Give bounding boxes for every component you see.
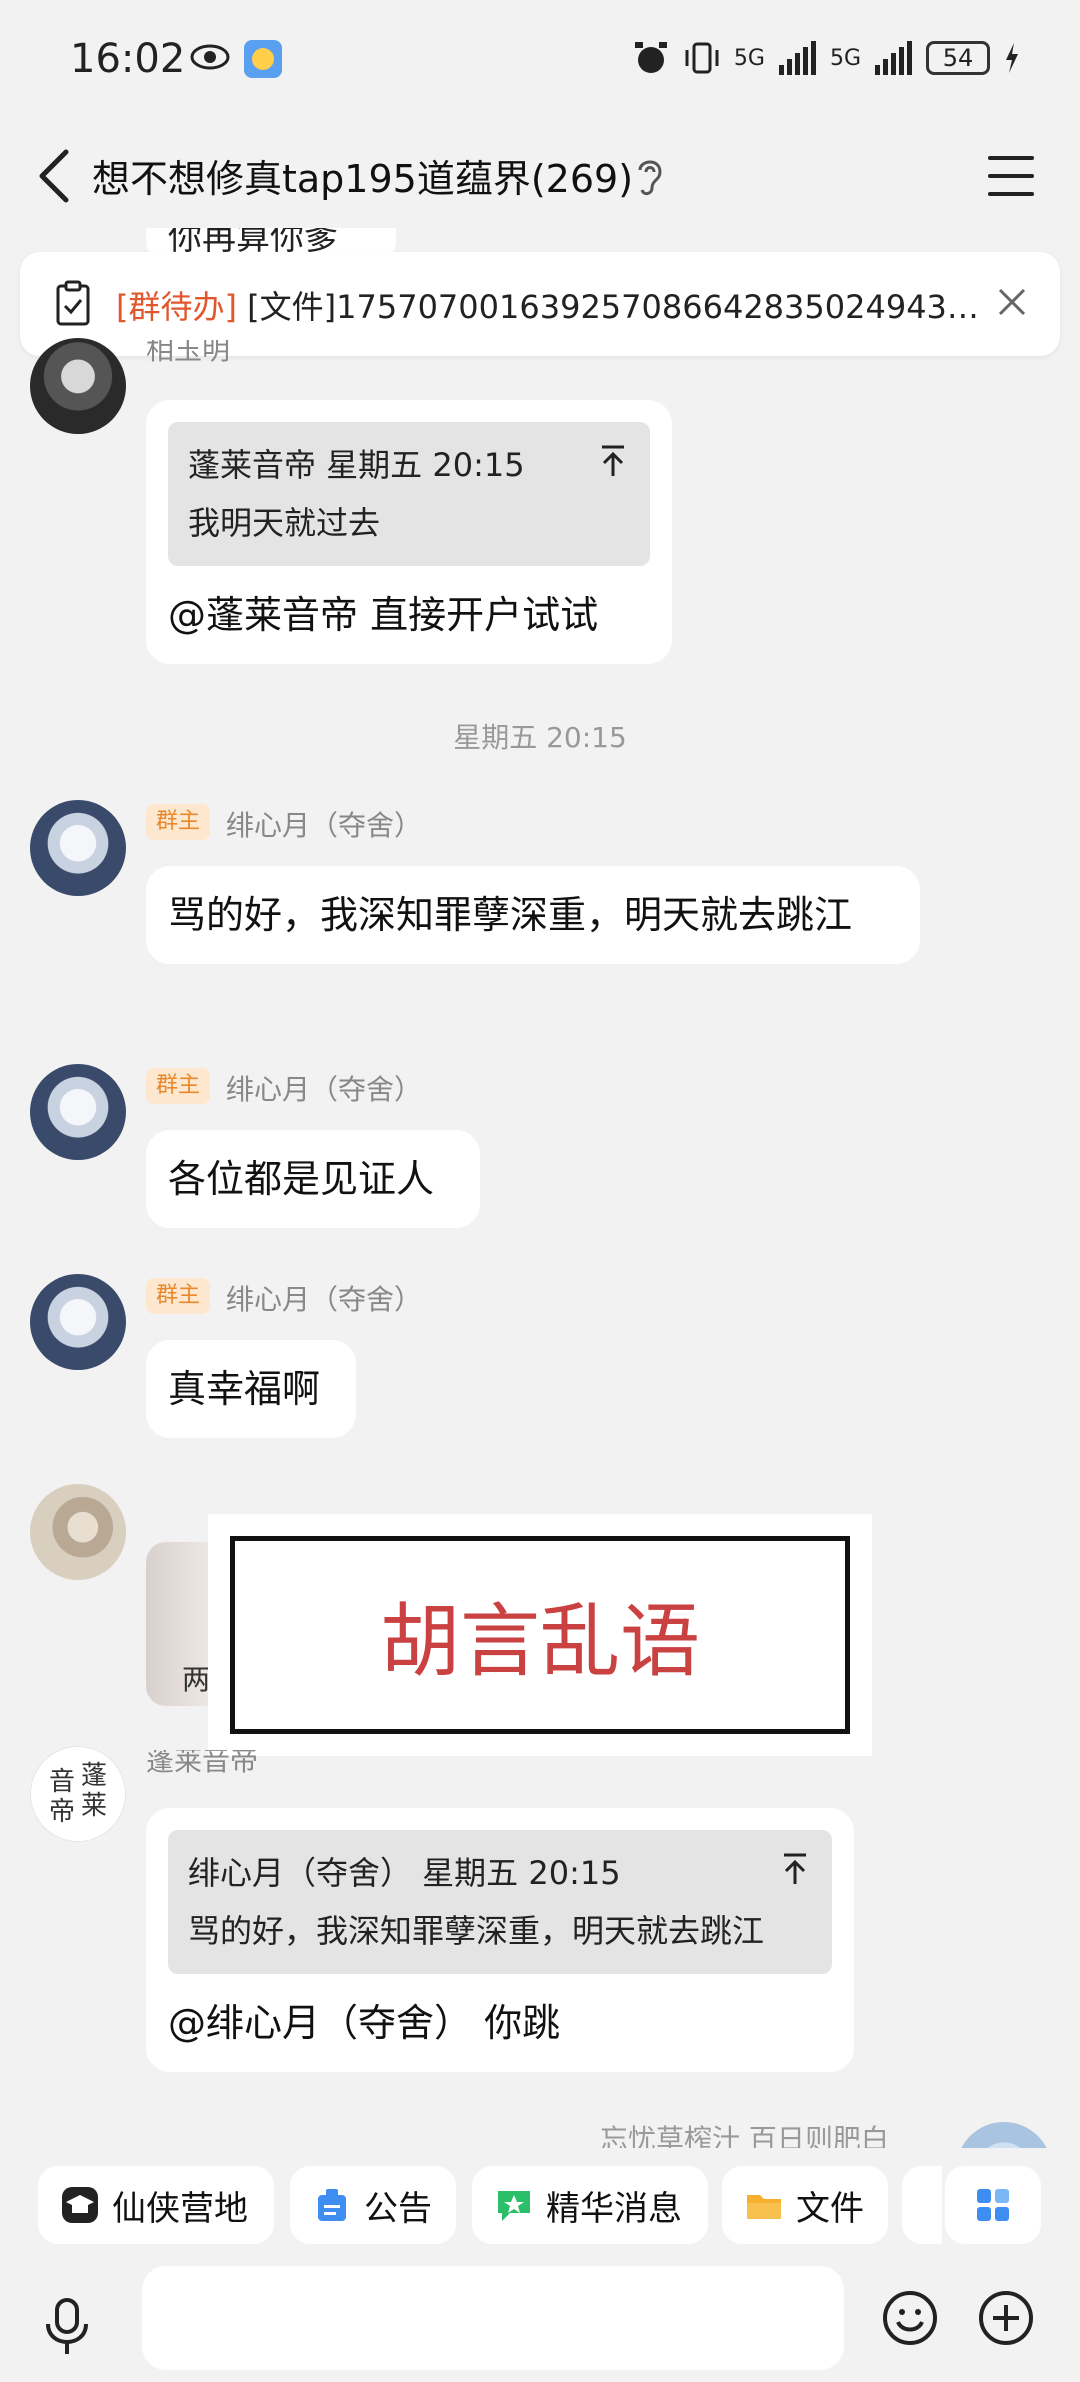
- signal-icon: [875, 41, 912, 75]
- sender-name: 相玉明: [146, 340, 231, 366]
- battery-icon: 54: [926, 41, 990, 75]
- avatar[interactable]: 音 蓬 帝 莱: [30, 1746, 126, 1842]
- input-bar: [0, 2250, 1080, 2382]
- overlay-stamp: 胡言乱语: [208, 1514, 872, 1756]
- toolbar-label: 文件: [796, 2188, 864, 2229]
- quote-text: 我明天就过去: [188, 504, 381, 542]
- announcement-icon: [318, 2189, 346, 2221]
- status-indicators: 5G 5G 54: [632, 36, 1020, 80]
- quoted-message[interactable]: 蓬莱音帝 星期五 20:15 我明天就过去: [168, 422, 650, 566]
- apps-button[interactable]: [945, 2166, 1041, 2244]
- quoted-message[interactable]: 绯心月（夺舍） 星期五 20:15 骂的好，我深知罪孽深重，明天就去跳江: [168, 1830, 832, 1974]
- jump-to-original-icon[interactable]: [780, 1852, 810, 1886]
- owner-badge: 群主: [146, 804, 210, 840]
- clipboard-icon: [56, 280, 90, 326]
- owner-badge: 群主: [146, 1068, 210, 1104]
- avatar[interactable]: [30, 1064, 126, 1160]
- sender-name: 绯心月（夺舍）: [226, 1283, 423, 1316]
- seal-char: 莱: [81, 1791, 108, 1821]
- toolbar-label: 公告: [364, 2188, 432, 2229]
- quote-text: 骂的好，我深知罪孽深重，明天就去跳江: [188, 1912, 765, 1950]
- microphone-icon[interactable]: [42, 2296, 92, 2356]
- status-bar: 16:02 5G 5G 54: [0, 0, 1080, 120]
- ear-icon[interactable]: [632, 154, 666, 198]
- vibrate-icon: [685, 42, 719, 74]
- status-time: 16:02: [70, 36, 186, 82]
- quote-header: 绯心月（夺舍） 星期五 20:15: [188, 1854, 621, 1892]
- message-bubble[interactable]: 真幸福啊: [146, 1340, 356, 1438]
- close-icon[interactable]: [992, 282, 1032, 322]
- stamp-text: 胡言乱语: [230, 1536, 850, 1734]
- seal-char: 蓬: [81, 1761, 108, 1791]
- avatar[interactable]: [30, 338, 126, 434]
- timestamp: 星期五 20:15: [453, 721, 627, 754]
- group-title[interactable]: 想不想修真tap195道蕴界(269): [92, 148, 633, 203]
- message-bubble[interactable]: 骂的好，我深知罪孽深重，明天就去跳江: [146, 866, 920, 964]
- message-bubble[interactable]: 各位都是见证人: [146, 1130, 480, 1228]
- toolbar-announcement-button[interactable]: 公告: [290, 2166, 456, 2244]
- message-bubble[interactable]: 蓬莱音帝 星期五 20:15 我明天就过去 @蓬莱音帝 直接开户试试: [146, 400, 672, 664]
- image-caption: 两: [182, 1663, 211, 1696]
- message-text: @蓬莱音帝 直接开户试试: [168, 593, 599, 637]
- network-type-2: 5G: [829, 45, 861, 71]
- toolbar-files-button[interactable]: 文件: [722, 2166, 888, 2244]
- chat-header: 想不想修真tap195道蕴界(269): [0, 120, 1080, 232]
- campus-hat-icon: [62, 2187, 98, 2223]
- weather-icon: [244, 40, 282, 78]
- message-text: 骂的好，我深知罪孽深重，明天就去跳江: [168, 893, 853, 937]
- seal-char: 音: [49, 1767, 76, 1797]
- back-arrow-icon[interactable]: [30, 144, 80, 208]
- todo-content: [文件]1757070016392570866428350249434...: [247, 288, 996, 326]
- sender-name: 绯心月（夺舍）: [226, 809, 423, 842]
- quote-header: 蓬莱音帝 星期五 20:15: [188, 446, 525, 484]
- folder-icon: [747, 2195, 781, 2219]
- avatar[interactable]: [30, 800, 126, 896]
- alarm-icon: [634, 42, 667, 73]
- toolbar-camp-button[interactable]: 仙侠营地: [38, 2166, 274, 2244]
- apps-grid-icon: [977, 2189, 1009, 2221]
- signal-icon: [778, 41, 816, 75]
- toolbar-essence-button[interactable]: 精华消息: [472, 2166, 708, 2244]
- toolbar-label: 精华消息: [546, 2188, 682, 2229]
- charging-icon: [1006, 43, 1018, 73]
- toolbar-label: 仙侠营地: [112, 2188, 248, 2229]
- network-type-1: 5G: [733, 45, 765, 71]
- seal-char: 帝: [49, 1797, 76, 1827]
- sender-name: 绯心月（夺舍）: [226, 1073, 423, 1106]
- message-text: 真幸福啊: [168, 1367, 321, 1411]
- todo-text: [群待办] [文件]175707001639257086642835024943…: [116, 282, 996, 328]
- eye-icon: [190, 44, 230, 70]
- emoji-icon[interactable]: [882, 2290, 938, 2346]
- quick-toolbar: 仙侠营地 公告 精华消息 文件: [38, 2166, 1080, 2246]
- plus-icon[interactable]: [978, 2290, 1034, 2346]
- todo-tag: [群待办]: [116, 288, 237, 326]
- avatar[interactable]: [30, 1274, 126, 1370]
- avatar[interactable]: [30, 1484, 126, 1580]
- sender-name: 蓬莱音帝: [146, 1750, 259, 1777]
- essence-icon: [498, 2191, 530, 2221]
- battery-level: 54: [942, 44, 974, 72]
- message-text: @绯心月（夺舍） 你跳: [168, 2001, 561, 2045]
- owner-badge: 群主: [146, 1278, 210, 1314]
- message-bubble[interactable]: 绯心月（夺舍） 星期五 20:15 骂的好，我深知罪孽深重，明天就去跳江 @绯心…: [146, 1808, 854, 2072]
- message-input[interactable]: [142, 2266, 844, 2370]
- menu-icon[interactable]: [988, 156, 1034, 196]
- message-text: 各位都是见证人: [168, 1157, 435, 1201]
- jump-to-original-icon[interactable]: [598, 444, 628, 478]
- toolbar-more-item[interactable]: [902, 2166, 942, 2244]
